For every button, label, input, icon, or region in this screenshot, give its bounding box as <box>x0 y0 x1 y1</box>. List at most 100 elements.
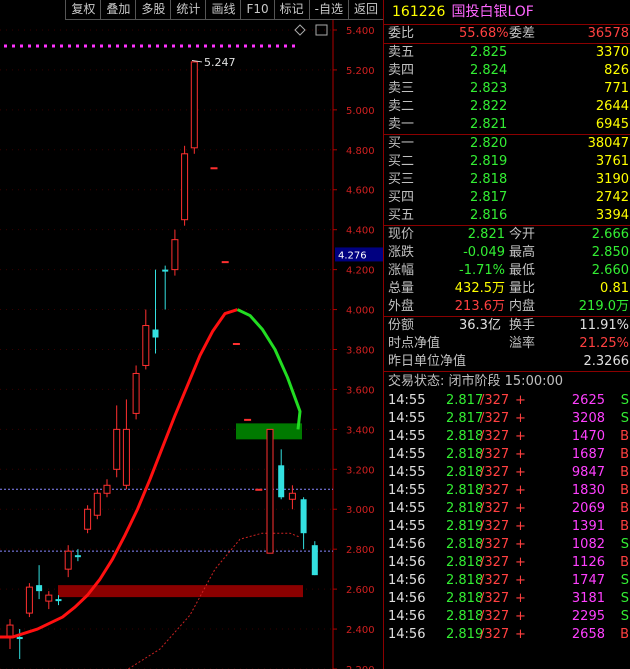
tick-cell: B <box>620 501 629 516</box>
tick-cell: 1391 <box>571 519 605 534</box>
tick-cell: + <box>515 465 526 480</box>
price-tick-label: 5.400 <box>346 26 375 37</box>
toolbar-item-1[interactable]: 叠加 <box>100 0 136 20</box>
stat-cell: 2.821 <box>467 227 505 242</box>
toolbar-item-4[interactable]: 画线 <box>205 0 241 20</box>
price-tick-label: 2.600 <box>346 585 375 596</box>
ask-row: 卖二 2.822 2644 <box>384 98 630 116</box>
stat-row: 外盘 213.6万 内盘 219.0万 <box>384 298 630 316</box>
toolbar-item-6[interactable]: 标记 <box>273 0 309 20</box>
tick-cell: S <box>620 537 629 552</box>
level-label: 买三 <box>388 172 415 187</box>
tick-row: 14:55 2.818/327 +9847 B <box>384 464 630 482</box>
level-label: 卖四 <box>388 63 415 78</box>
tick-cell: 14:56 <box>388 555 426 570</box>
stat-cell: 涨跌 <box>388 245 415 260</box>
tick-cell: 14:55 <box>388 465 426 480</box>
price-tick-label: 4.000 <box>346 306 375 317</box>
price-tick-label: 3.200 <box>346 465 375 476</box>
tick-cell: 2625 <box>571 393 605 408</box>
tick-cell: /327 <box>480 429 510 444</box>
tick-cell: 2.818 <box>446 483 484 498</box>
level-volume: 771 <box>604 81 629 96</box>
candle <box>152 269 159 354</box>
candle <box>288 485 296 510</box>
candle-body <box>232 343 240 346</box>
tick-cell: 1687 <box>571 447 605 462</box>
tick-cell: /327 <box>480 501 510 516</box>
tick-cell: /327 <box>480 411 510 426</box>
price-tick-label: 2.400 <box>346 625 375 636</box>
price-tick-label: 4.800 <box>346 146 375 157</box>
candle <box>221 261 229 264</box>
toolbar-item-0[interactable]: 复权 <box>65 0 101 20</box>
price-tick-label: 3.800 <box>346 345 375 356</box>
candle-body <box>244 418 252 421</box>
candle-body <box>93 492 101 516</box>
tick-cell: 2.818 <box>446 573 484 588</box>
tick-cell: 14:55 <box>388 429 426 444</box>
huanshou-label: 换手 <box>509 318 536 333</box>
window-icon[interactable] <box>315 24 328 36</box>
tick-cell: 2.818 <box>446 447 484 462</box>
tick-cell: B <box>620 429 629 444</box>
candle-body <box>64 550 72 570</box>
tick-cell: + <box>515 519 526 534</box>
tick-cell: B <box>620 627 629 642</box>
tick-cell: /327 <box>480 573 510 588</box>
tick-cell: 14:56 <box>388 609 426 624</box>
level-volume: 6945 <box>595 117 629 132</box>
candle-body <box>45 594 53 602</box>
weibi-row: 委比 55.68% 委差 36578 <box>384 25 630 44</box>
huanshou-value: 11.91% <box>579 318 629 333</box>
tick-cell: /327 <box>480 609 510 624</box>
stat-cell: 内盘 <box>509 299 536 314</box>
tick-cell: + <box>515 627 526 642</box>
tick-cell: + <box>515 573 526 588</box>
candle-body <box>221 261 229 264</box>
weibi-label: 委比 <box>388 26 415 41</box>
tick-cell: S <box>620 393 629 408</box>
toolbar-item-7[interactable]: -自选 <box>308 0 348 20</box>
candle-body <box>311 545 318 576</box>
price-tick-label: 3.400 <box>346 425 375 436</box>
zuori-value: 2.3266 <box>583 354 630 369</box>
fund-code: 161226 <box>392 4 446 20</box>
tick-cell: 14:55 <box>388 519 426 534</box>
candle <box>93 489 101 520</box>
level-price: 2.816 <box>470 208 508 223</box>
tick-cell: + <box>515 501 526 516</box>
tick-cell: + <box>515 555 526 570</box>
tick-cell: S <box>620 609 629 624</box>
tick-cell: + <box>515 393 526 408</box>
tick-list[interactable]: 14:55 2.817/327 +2625 S 14:55 2.817/327 +3208 S… <box>384 392 630 644</box>
yijia-label: 溢率 <box>509 336 536 351</box>
candle <box>255 488 263 491</box>
ma-line-falling <box>236 308 302 430</box>
candle <box>142 309 150 370</box>
chart-toolbar: 复权 叠加 多股 统计 画线 F10 标记 -自选 返回 <box>0 0 383 20</box>
kline-canvas[interactable]: 5.400 5.200 5.000 4.800 4.600 4.400 4.200 4.000… <box>0 20 383 669</box>
toolbar-item-5[interactable]: F10 <box>240 0 274 20</box>
tick-cell: 2.818 <box>446 537 484 552</box>
price-tick-label: 5.000 <box>346 106 375 117</box>
candle <box>181 145 189 226</box>
zuori-label: 昨日单位净值 <box>388 354 467 369</box>
candle-body <box>181 153 189 221</box>
price-tick-label: 4.200 <box>346 266 375 277</box>
tick-cell: 1082 <box>571 537 605 552</box>
toolbar-item-8[interactable]: 返回 <box>347 0 383 20</box>
level-volume: 3394 <box>595 208 629 223</box>
toolbar-item-2[interactable]: 多股 <box>135 0 171 20</box>
candle <box>232 343 240 346</box>
level-label: 卖一 <box>388 117 415 132</box>
kline-chart[interactable]: 5.400 5.200 5.000 4.800 4.600 4.400 4.200 4.000… <box>0 20 383 669</box>
stat-cell: 涨幅 <box>388 263 415 278</box>
stat-row: 总量 432.5万 量比 0.81 <box>384 280 630 298</box>
level-label: 买四 <box>388 190 415 205</box>
candle-body <box>266 428 274 554</box>
toolbar-item-3[interactable]: 统计 <box>170 0 206 20</box>
level-volume: 2644 <box>595 99 629 114</box>
tick-cell: 2658 <box>571 627 605 642</box>
tick-cell: 2.818 <box>446 555 484 570</box>
